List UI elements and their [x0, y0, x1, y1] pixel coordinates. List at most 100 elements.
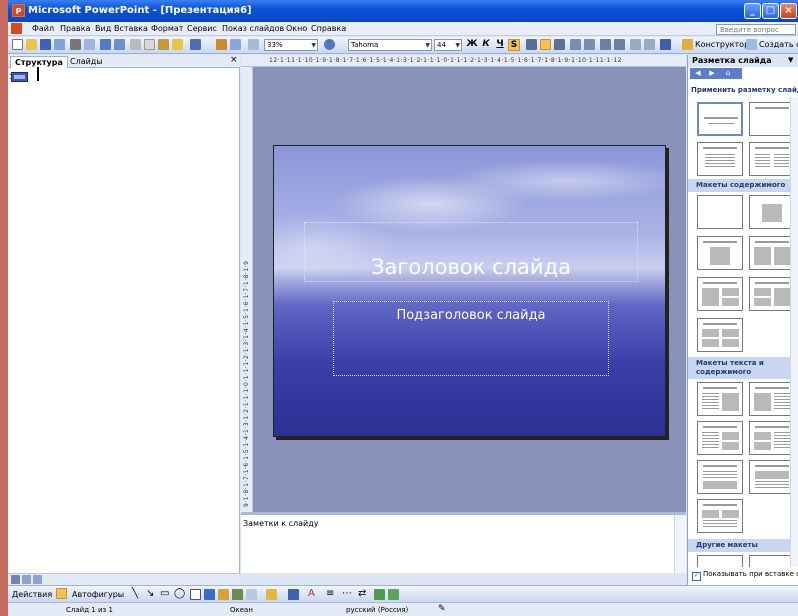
slide-subtitle-placeholder[interactable]: Подзаголовок слайда	[333, 301, 609, 376]
slideshow-view-icon[interactable]	[33, 575, 42, 584]
spelling-icon[interactable]	[100, 39, 111, 50]
arrow-style-icon[interactable]: ⇄	[358, 588, 366, 599]
fill-color-icon[interactable]	[266, 589, 277, 600]
increase-font-icon[interactable]	[600, 39, 611, 50]
layout-title-content[interactable]	[697, 236, 743, 270]
layout-title-text[interactable]	[697, 142, 743, 176]
layout-title-four-content[interactable]	[697, 318, 743, 352]
font-name-select[interactable]: Tahoma ▼	[348, 39, 432, 51]
dash-style-icon[interactable]: ⋯	[342, 588, 352, 599]
layout-two-columns[interactable]	[749, 142, 795, 176]
layout-two-content-text[interactable]	[749, 421, 795, 455]
document-icon[interactable]	[11, 23, 22, 34]
menu-insert[interactable]: Вставка	[114, 24, 148, 33]
research-icon[interactable]	[114, 39, 125, 50]
powerpoint-app-icon[interactable]: P	[12, 4, 25, 17]
layout-title-content-two[interactable]	[697, 277, 743, 311]
chevron-down-icon[interactable]: ▼	[788, 56, 793, 64]
line-style-icon[interactable]: ≡	[326, 588, 334, 599]
new-slide-icon[interactable]	[746, 39, 757, 50]
tab-slides[interactable]: Слайды	[66, 56, 107, 68]
ask-question-input[interactable]: Введите вопрос	[716, 24, 796, 35]
insert-chart-icon[interactable]	[216, 39, 227, 50]
menu-file[interactable]: Файл	[32, 24, 54, 33]
notes-pane[interactable]: Заметки к слайду	[241, 512, 686, 573]
layout-blank[interactable]	[697, 195, 743, 229]
align-center-icon[interactable]	[540, 39, 551, 50]
layout-title-two-content-alt[interactable]	[749, 277, 795, 311]
print-preview-icon[interactable]	[84, 39, 95, 50]
bullets-icon[interactable]	[584, 39, 595, 50]
copy-icon[interactable]	[144, 39, 155, 50]
menu-edit[interactable]: Правка	[60, 24, 90, 33]
layout-title-slide[interactable]	[697, 102, 743, 136]
permission-icon[interactable]	[54, 39, 65, 50]
arrow-icon[interactable]: ↘	[146, 588, 154, 599]
diagram-icon[interactable]	[218, 589, 229, 600]
numbering-icon[interactable]	[570, 39, 581, 50]
forward-icon[interactable]: ▶	[706, 69, 718, 78]
new-slide-button[interactable]: Создать слайд	[759, 40, 798, 49]
home-icon[interactable]: ⌂	[722, 69, 734, 78]
undo-icon[interactable]	[190, 39, 201, 50]
menu-slideshow[interactable]: Показ слайдов	[222, 24, 284, 33]
menu-help[interactable]: Справка	[311, 24, 346, 33]
shadow-button[interactable]: S	[508, 39, 520, 51]
design-button[interactable]: Конструктор	[695, 40, 749, 49]
maximize-button[interactable]: □	[762, 3, 779, 19]
task-pane-scrollbar[interactable]	[790, 97, 798, 567]
align-left-icon[interactable]	[526, 39, 537, 50]
close-pane-icon[interactable]: ×	[230, 55, 238, 65]
menu-tools[interactable]: Сервис	[187, 24, 217, 33]
open-folder-icon[interactable]	[26, 39, 37, 50]
wordart-icon[interactable]	[204, 589, 215, 600]
increase-indent-icon[interactable]	[644, 39, 655, 50]
clipart-icon[interactable]	[232, 589, 243, 600]
slide-icon[interactable]	[11, 72, 28, 82]
minimize-button[interactable]: _	[744, 3, 761, 19]
format-painter-icon[interactable]	[172, 39, 183, 50]
layout-content-text[interactable]	[749, 382, 795, 416]
textbox-icon[interactable]	[190, 589, 201, 600]
3d-style-icon[interactable]	[388, 589, 399, 600]
menu-format[interactable]: Формат	[151, 24, 183, 33]
layout-two-content-over-text[interactable]	[697, 499, 743, 533]
close-window-button[interactable]: ×	[780, 3, 797, 19]
normal-view-icon[interactable]	[11, 575, 20, 584]
line-color-icon[interactable]	[288, 589, 299, 600]
underline-button[interactable]: Ч	[494, 39, 506, 49]
align-right-icon[interactable]	[554, 39, 565, 50]
help-icon[interactable]	[324, 39, 335, 50]
task-pane-title[interactable]: Разметка слайда	[688, 55, 798, 67]
layout-title-two-content[interactable]	[749, 236, 795, 270]
insert-table-icon[interactable]	[230, 39, 241, 50]
font-size-select[interactable]: 44 ▼	[434, 39, 462, 51]
layout-content-over-text[interactable]	[749, 460, 795, 494]
menu-view[interactable]: Вид	[95, 24, 111, 33]
new-document-icon[interactable]	[12, 39, 23, 50]
slide-canvas[interactable]: Заголовок слайда Подзаголовок слайда	[273, 145, 666, 437]
layout-title-only[interactable]	[749, 102, 795, 136]
paste-icon[interactable]	[158, 39, 169, 50]
slide-title-placeholder[interactable]: Заголовок слайда	[304, 222, 638, 282]
save-icon[interactable]	[40, 39, 51, 50]
layout-text-content[interactable]	[697, 382, 743, 416]
actions-button[interactable]: Действия	[12, 590, 52, 599]
oval-icon[interactable]: ◯	[174, 588, 185, 599]
line-icon[interactable]: ╲	[132, 588, 138, 599]
rectangle-icon[interactable]: ▭	[160, 588, 169, 599]
layout-other-2[interactable]	[749, 555, 795, 567]
slide-sorter-view-icon[interactable]	[22, 575, 31, 584]
status-language[interactable]: русский (Россия)	[346, 606, 408, 614]
decrease-indent-icon[interactable]	[630, 39, 641, 50]
show-on-insert-checkbox[interactable]: ✓Показывать при вставке слайдов	[692, 570, 798, 581]
bold-button[interactable]: Ж	[466, 39, 478, 49]
layout-text-over-content[interactable]	[697, 460, 743, 494]
layout-text-two-content[interactable]	[697, 421, 743, 455]
cut-icon[interactable]	[130, 39, 141, 50]
shadow-style-icon[interactable]	[374, 589, 385, 600]
italic-button[interactable]: К	[480, 39, 492, 49]
design-icon[interactable]	[682, 39, 693, 50]
back-icon[interactable]: ◀	[692, 69, 704, 78]
font-color-icon[interactable]: A	[308, 588, 315, 599]
